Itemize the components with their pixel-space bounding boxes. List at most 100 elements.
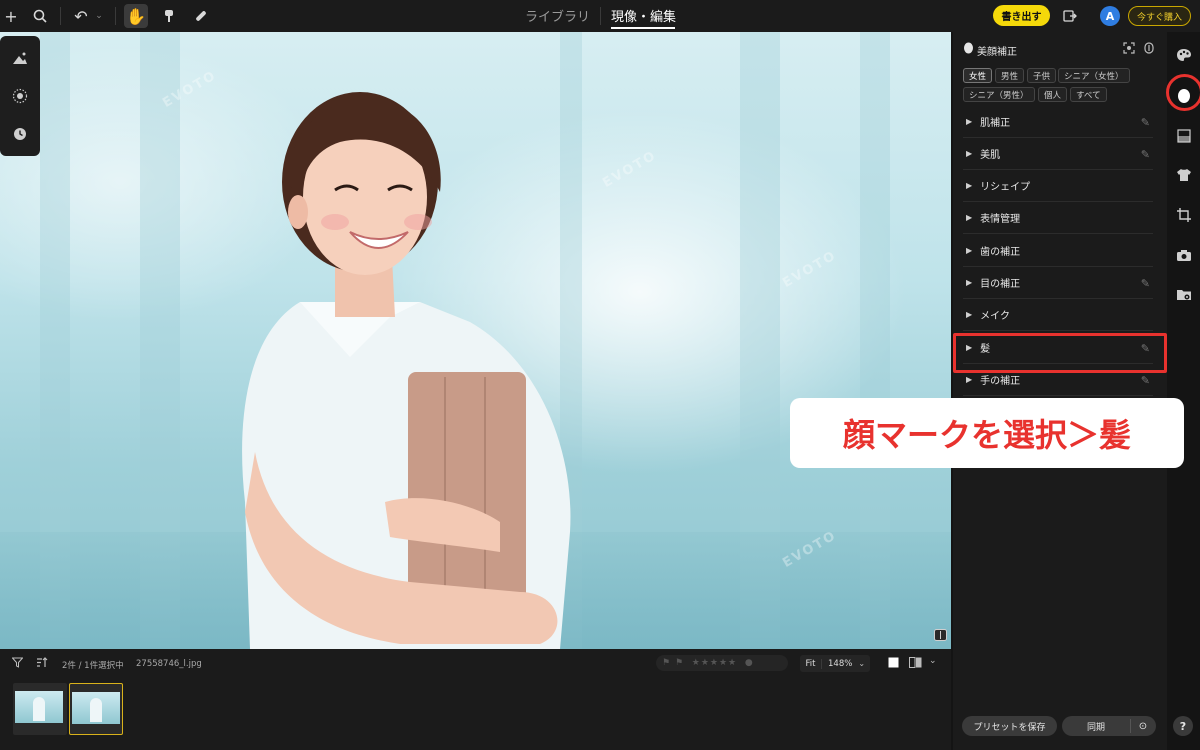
- section-label: リシェイプ: [980, 182, 1031, 193]
- filmstrip-panel: 2件 / 1件選択中 27558746_l.jpg ⚑ ⚑ ★★★★★ ● Fi…: [0, 649, 951, 750]
- section-label: 手の補正: [980, 376, 1021, 387]
- section-label: 肌補正: [980, 118, 1011, 129]
- expand-arrow-icon: ▶: [966, 278, 973, 287]
- chip-child[interactable]: 子供: [1027, 68, 1057, 83]
- top-toolbar: + ↶ ⌄ ✋ ライブラリ 現像・編集 書き出す A 今すぐ購入: [0, 0, 1200, 32]
- chip-senior-female[interactable]: シニア（女性）: [1058, 68, 1130, 83]
- app-window: + ↶ ⌄ ✋ ライブラリ 現像・編集 書き出す A 今すぐ購入 EVOTO E…: [0, 0, 1200, 750]
- user-avatar[interactable]: A: [1100, 6, 1120, 26]
- add-icon[interactable]: +: [2, 4, 20, 28]
- photo-canvas[interactable]: EVOTO EVOTO EVOTO EVOTO EVOTO: [0, 32, 951, 649]
- section-eyes[interactable]: ▶ 目の補正 ✎: [963, 267, 1153, 299]
- sort-icon[interactable]: [36, 657, 48, 671]
- section-makeup[interactable]: ▶ メイク: [963, 299, 1153, 331]
- selection-count: 2件 / 1件選択中: [62, 661, 124, 671]
- section-label: メイク: [980, 311, 1010, 322]
- help-button[interactable]: ?: [1173, 716, 1193, 736]
- instruction-callout: 顔マークを選択＞髪: [790, 398, 1184, 468]
- section-label: 表情管理: [980, 214, 1021, 225]
- toolbar-divider: [115, 7, 116, 25]
- file-name: 27558746_l.jpg: [136, 659, 202, 669]
- face-icon: [963, 42, 974, 57]
- toolbar-divider: [60, 7, 61, 25]
- module-rail: [1168, 32, 1200, 750]
- chip-individual[interactable]: 個人: [1038, 87, 1068, 102]
- folder-settings-icon[interactable]: [1175, 286, 1193, 304]
- portrait-subject: [242, 92, 571, 649]
- clothing-shirt-icon[interactable]: [1175, 166, 1193, 184]
- save-preset-button[interactable]: プリセットを保存: [962, 716, 1057, 736]
- panel-title: 美顔補正: [977, 47, 1017, 58]
- share-export-icon[interactable]: [1060, 4, 1080, 28]
- beauty-panel: 美顔補正 女性 男性 子供 シニア（女性） シニア（男性） 個人 すべて ▶ 肌…: [953, 32, 1167, 750]
- star-rating-icon[interactable]: ★★★★★: [692, 658, 737, 668]
- sync-button[interactable]: 同期 ⊙: [1062, 716, 1156, 736]
- single-view-icon[interactable]: [888, 657, 899, 671]
- chip-female[interactable]: 女性: [963, 68, 993, 83]
- expand-arrow-icon: ▶: [966, 375, 973, 384]
- active-tab-underline: [611, 27, 675, 29]
- edit-pencil-icon[interactable]: ✎: [1141, 116, 1150, 129]
- chip-male[interactable]: 男性: [995, 68, 1025, 83]
- section-expression[interactable]: ▶ 表情管理: [963, 202, 1153, 234]
- fit-button[interactable]: Fit: [800, 658, 822, 669]
- healing-bandage-icon[interactable]: [190, 4, 212, 28]
- tab-library[interactable]: ライブラリ: [525, 6, 590, 25]
- gradient-filter-icon[interactable]: [1175, 127, 1193, 145]
- brush-stamp-icon[interactable]: [158, 4, 180, 28]
- edit-pencil-icon[interactable]: ✎: [1141, 277, 1150, 290]
- expand-arrow-icon: ▶: [966, 149, 973, 158]
- section-beauty-skin[interactable]: ▶ 美肌 ✎: [963, 138, 1153, 170]
- hand-tool-icon[interactable]: ✋: [124, 4, 148, 28]
- zoom-dropdown-icon[interactable]: ⌄: [858, 659, 865, 668]
- texture-grain-icon[interactable]: [10, 86, 30, 106]
- chip-senior-male[interactable]: シニア（男性）: [963, 87, 1035, 102]
- edit-pencil-icon[interactable]: ✎: [1141, 148, 1150, 161]
- filmstrip-thumbnail-selected[interactable]: [69, 683, 123, 735]
- compare-view-icon[interactable]: [934, 629, 947, 644]
- search-icon[interactable]: [30, 4, 50, 28]
- export-button[interactable]: 書き出す: [993, 5, 1050, 26]
- crop-icon[interactable]: [1175, 206, 1193, 224]
- undo-icon[interactable]: ↶: [70, 4, 92, 28]
- compare-toggle-icon[interactable]: [1144, 42, 1154, 57]
- filter-icon[interactable]: [11, 657, 24, 671]
- section-label: 目の補正: [980, 279, 1021, 290]
- history-clock-icon[interactable]: [10, 124, 30, 144]
- tab-divider: [600, 7, 601, 25]
- edit-pencil-icon[interactable]: ✎: [1141, 374, 1150, 387]
- hair-section-highlight: [953, 333, 1167, 373]
- expand-arrow-icon: ▶: [966, 310, 973, 319]
- zoom-level[interactable]: 148%: [822, 659, 852, 669]
- tab-develop-edit[interactable]: 現像・編集: [611, 6, 676, 25]
- rating-bar: ⚑ ⚑ ★★★★★ ●: [656, 655, 788, 671]
- section-label: 美肌: [980, 150, 1001, 161]
- chip-all[interactable]: すべて: [1070, 87, 1107, 102]
- expand-arrow-icon: ▶: [966, 213, 973, 222]
- expand-arrow-icon: ▶: [966, 246, 973, 255]
- auto-enhance-icon[interactable]: [10, 48, 30, 68]
- face-detect-icon[interactable]: [1123, 42, 1135, 57]
- buy-now-button[interactable]: 今すぐ購入: [1128, 6, 1191, 26]
- section-skin-correction[interactable]: ▶ 肌補正 ✎: [963, 106, 1153, 138]
- filmstrip-thumbnail[interactable]: [13, 683, 67, 735]
- section-reshape[interactable]: ▶ リシェイプ: [963, 170, 1153, 202]
- view-dropdown-icon[interactable]: ⌄: [929, 656, 937, 666]
- thumbnail-image: [72, 692, 120, 724]
- palette-icon[interactable]: [1175, 46, 1193, 64]
- undo-dropdown-icon[interactable]: ⌄: [93, 4, 105, 28]
- color-label-icon[interactable]: ●: [745, 658, 754, 668]
- sync-label: 同期: [1086, 722, 1105, 733]
- face-icon-highlight: [1166, 74, 1200, 111]
- before-after-icon[interactable]: [909, 657, 922, 671]
- reject-flag-icon[interactable]: ⚑: [675, 658, 684, 668]
- section-teeth[interactable]: ▶ 歯の補正: [963, 235, 1153, 267]
- section-label: 歯の補正: [980, 247, 1021, 258]
- camera-icon[interactable]: [1175, 246, 1193, 264]
- sync-settings-icon[interactable]: ⊙: [1131, 721, 1155, 732]
- canvas-tools-panel: [0, 36, 40, 156]
- zoom-control[interactable]: Fit 148% ⌄: [800, 655, 870, 672]
- flag-icon[interactable]: ⚑: [662, 658, 671, 668]
- expand-arrow-icon: ▶: [966, 181, 973, 190]
- expand-arrow-icon: ▶: [966, 117, 973, 126]
